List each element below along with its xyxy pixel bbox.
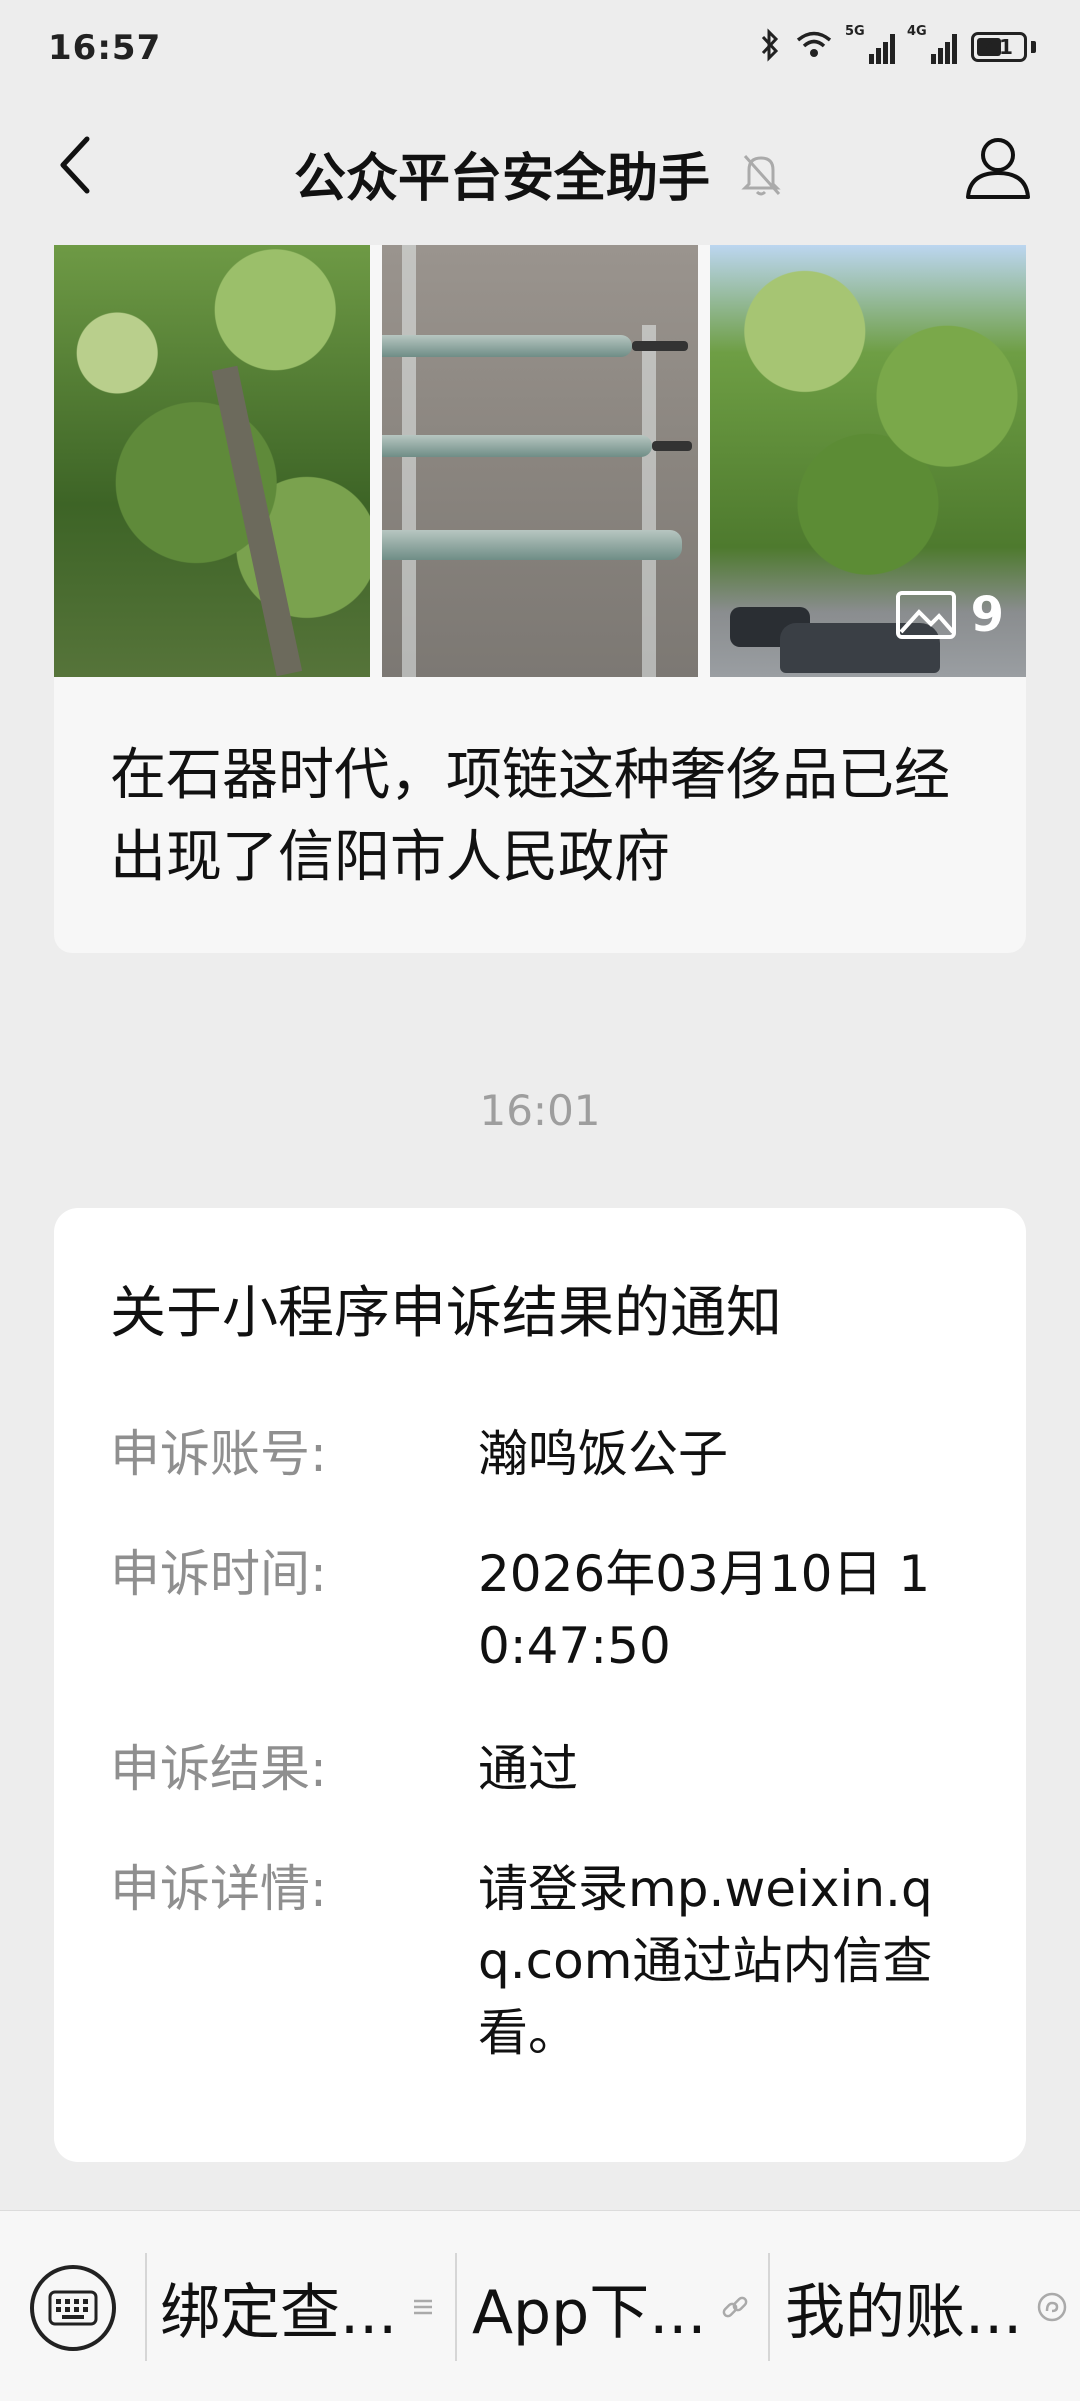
field-label: 申诉账号:: [110, 1425, 327, 1483]
field-value: 请登录mp.weixin.qq.com通过站内信查看。: [478, 1860, 933, 2062]
field-value: 通过: [478, 1740, 578, 1798]
chat-title: 公众平台安全助手: [293, 149, 710, 209]
signal-4g-icon: 4G: [907, 24, 957, 64]
menu-item-app-download[interactable]: App下...: [472, 2241, 750, 2373]
keyboard-button[interactable]: [30, 2265, 116, 2351]
notice-title: 关于小程序申诉结果的通知: [110, 1281, 782, 1346]
menu-item-my-account[interactable]: 我的账...: [785, 2241, 1068, 2373]
field-detail: 申诉详情: 请登录mp.weixin.qq.com通过站内信查看。: [110, 1853, 990, 2069]
status-icons: 5G 4G 41: [759, 24, 1036, 66]
field-label: 申诉结果:: [110, 1740, 327, 1798]
person-icon: [966, 138, 1030, 199]
wifi-icon: [795, 30, 833, 64]
photo-bronze-swords[interactable]: [382, 245, 698, 677]
notice-card[interactable]: 关于小程序申诉结果的通知 申诉账号: 瀚鸣饭公子 申诉时间: 2026年03月1…: [54, 1208, 1026, 2162]
profile-button[interactable]: [960, 130, 1036, 206]
field-account: 申诉账号: 瀚鸣饭公子: [110, 1418, 990, 1490]
signal-5g-icon: 5G: [845, 24, 895, 64]
menu-item-label: App下...: [472, 2277, 707, 2348]
mini-program-icon: [1036, 2291, 1068, 2323]
photo-trees[interactable]: [54, 245, 370, 677]
image-icon: [895, 591, 956, 639]
field-time: 申诉时间: 2026年03月10日 10:47:50: [110, 1538, 990, 1682]
status-bar: 16:57 5G 4G 41: [0, 0, 1080, 100]
field-result: 申诉结果: 通过: [110, 1733, 990, 1805]
field-label: 申诉详情:: [110, 1860, 327, 1918]
field-value: 瀚鸣饭公子: [478, 1425, 728, 1483]
menu-item-label: 我的账...: [785, 2277, 1023, 2348]
status-time: 16:57: [48, 28, 162, 68]
chat-header: 公众平台安全助手: [0, 100, 1080, 240]
field-value: 2026年03月10日 10:47:50: [478, 1545, 931, 1675]
keyboard-icon: [48, 2290, 98, 2326]
article-card[interactable]: 9 在石器时代，项链这种奢侈品已经出现了信阳市人民政府: [54, 245, 1026, 953]
battery-level: 41: [985, 35, 1013, 59]
article-title: 在石器时代，项链这种奢侈品已经出现了信阳市人民政府: [110, 743, 950, 890]
photo-street[interactable]: 9: [710, 245, 1026, 677]
photo-count: 9: [895, 587, 1004, 643]
menu-item-binding[interactable]: 绑定查...: [160, 2241, 435, 2373]
menu-list-icon: [411, 2295, 435, 2319]
bell-off-icon: [736, 149, 786, 199]
photo-strip[interactable]: 9: [54, 245, 1026, 677]
battery-icon: 41: [971, 32, 1027, 62]
menu-item-label: 绑定查...: [160, 2277, 398, 2348]
link-icon: [720, 2292, 750, 2322]
field-label: 申诉时间:: [110, 1545, 327, 1603]
message-timestamp: 16:01: [479, 1086, 601, 1135]
bottom-menu-bar: 绑定查... App下... 我的账...: [0, 2210, 1080, 2401]
bluetooth-icon: [759, 28, 781, 66]
